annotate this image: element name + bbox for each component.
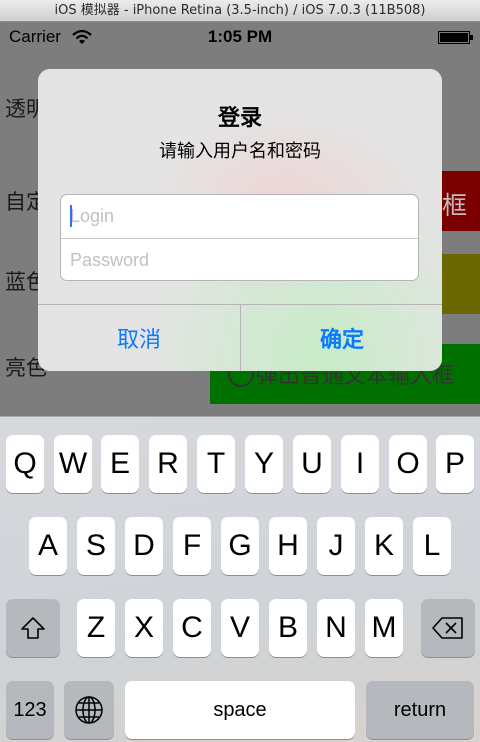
alert-message: 请输入用户名和密码	[159, 141, 321, 162]
bg-olive-button[interactable]	[440, 254, 480, 314]
globe-icon	[75, 696, 103, 724]
key-l[interactable]: L	[413, 517, 451, 575]
login-alert: 登录 请输入用户名和密码 取消 确定	[38, 69, 442, 371]
key-z[interactable]: Z	[77, 599, 115, 657]
key-o[interactable]: O	[389, 435, 427, 493]
backspace-icon	[432, 617, 463, 639]
battery-icon	[438, 31, 473, 44]
key-w[interactable]: W	[54, 435, 92, 493]
key-s[interactable]: S	[77, 517, 115, 575]
key-h[interactable]: H	[269, 517, 307, 575]
key-j[interactable]: J	[317, 517, 355, 575]
key-x[interactable]: X	[125, 599, 163, 657]
key-e[interactable]: E	[101, 435, 139, 493]
key-r[interactable]: R	[149, 435, 187, 493]
login-field[interactable]	[61, 195, 418, 238]
globe-key[interactable]	[64, 681, 114, 739]
shift-key[interactable]	[6, 599, 60, 657]
bg-custom-button[interactable]: 框	[440, 171, 480, 231]
key-c[interactable]: C	[173, 599, 211, 657]
key-b[interactable]: B	[269, 599, 307, 657]
return-key[interactable]: return	[366, 681, 474, 739]
clock: 1:05 PM	[207, 27, 273, 46]
shift-icon	[21, 617, 45, 639]
cancel-button[interactable]: 取消	[38, 305, 240, 371]
key-t[interactable]: T	[197, 435, 235, 493]
key-k[interactable]: K	[365, 517, 403, 575]
key-d[interactable]: D	[125, 517, 163, 575]
key-n[interactable]: N	[317, 599, 355, 657]
key-i[interactable]: I	[341, 435, 379, 493]
key-y[interactable]: Y	[245, 435, 283, 493]
bg-custom-button-label: 框	[442, 192, 468, 220]
credentials-fields	[60, 194, 419, 281]
ok-button[interactable]: 确定	[241, 305, 442, 371]
key-a[interactable]: A	[29, 517, 67, 575]
delete-key[interactable]	[421, 599, 475, 657]
window-title: iOS 模拟器 - iPhone Retina (3.5-inch) / iOS…	[0, 0, 480, 22]
key-g[interactable]: G	[221, 517, 259, 575]
key-m[interactable]: M	[365, 599, 403, 657]
password-field[interactable]	[61, 238, 418, 281]
key-q[interactable]: Q	[6, 435, 44, 493]
alert-title: 登录	[217, 106, 262, 131]
key-p[interactable]: P	[436, 435, 474, 493]
space-key[interactable]: space	[125, 681, 355, 739]
numbers-key[interactable]: 123	[6, 681, 54, 739]
status-bar: Carrier 1:05 PM	[0, 22, 480, 52]
key-v[interactable]: V	[221, 599, 259, 657]
text-cursor	[70, 205, 72, 227]
keyboard: Q W E R T Y U I O P A S D F G H J K L Z …	[0, 416, 480, 742]
key-u[interactable]: U	[293, 435, 331, 493]
key-f[interactable]: F	[173, 517, 211, 575]
